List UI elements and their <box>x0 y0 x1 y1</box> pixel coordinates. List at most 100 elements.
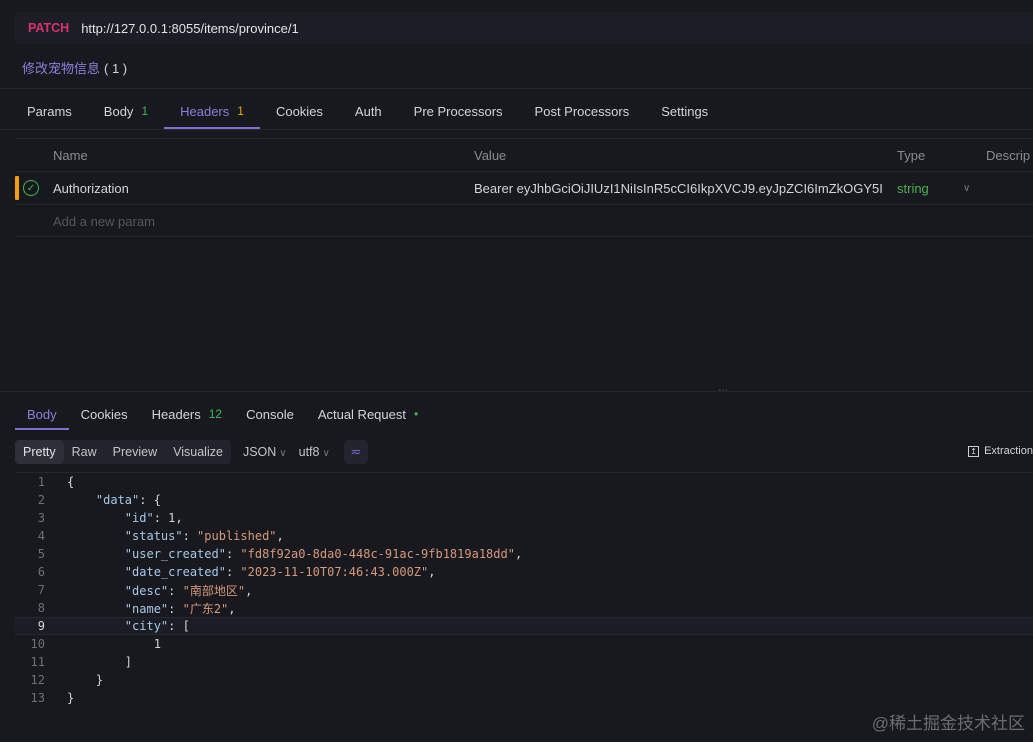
tab-label: Pre Processors <box>414 104 503 119</box>
code-token <box>67 511 125 525</box>
tab-auth[interactable]: Auth <box>339 93 398 129</box>
line-number: 12 <box>15 673 45 687</box>
code-token: : <box>183 529 197 543</box>
tab-post-processors[interactable]: Post Processors <box>519 93 646 129</box>
request-name-label[interactable]: 修改宠物信息 <box>22 61 100 76</box>
tab-headers[interactable]: Headers12 <box>140 398 235 430</box>
code-line: 11 ] <box>15 653 1033 671</box>
tab-actual-request[interactable]: Actual Request• <box>306 398 430 430</box>
tab-settings[interactable]: Settings <box>645 93 724 129</box>
header-type[interactable]: string <box>897 181 929 196</box>
extraction-label: Extraction <box>984 445 1033 457</box>
code-token: : { <box>139 493 161 507</box>
wrap-lines-icon[interactable]: ≂ <box>344 440 368 464</box>
chevron-down-icon: ∨ <box>279 448 286 459</box>
tab-body[interactable]: Body <box>15 398 69 430</box>
code-token: 1 <box>154 637 161 651</box>
code-text: "data": { <box>67 493 161 507</box>
response-body-editor[interactable]: 1{2 "data": {3 "id": 1,4 "status": "publ… <box>15 472 1033 742</box>
tab-label: Body <box>104 104 134 119</box>
code-text: } <box>67 673 103 687</box>
request-count: ( 1 ) <box>104 61 127 76</box>
code-line: 9 "city": [ <box>15 617 1033 635</box>
code-line: 8 "name": "广东2", <box>15 599 1033 617</box>
response-tabs: Body Cookies Headers12 Console Actual Reques… <box>15 398 430 430</box>
code-token: "广东2" <box>183 602 229 616</box>
code-token <box>67 602 125 616</box>
tab-body[interactable]: Body 1 <box>88 93 164 129</box>
code-text: "date_created": "2023-11-10T07:46:43.000… <box>67 565 435 579</box>
view-mode-raw[interactable]: Raw <box>64 440 105 464</box>
tab-label: Cookies <box>81 407 128 422</box>
encoding-select[interactable]: utf8∨ <box>299 445 330 459</box>
tab-params[interactable]: Params <box>11 93 88 129</box>
tab-cookies[interactable]: Cookies <box>260 93 339 129</box>
code-text: "status": "published", <box>67 529 284 543</box>
format-select[interactable]: JSON∨ <box>243 445 287 459</box>
code-text: "desc": "南部地区", <box>67 582 252 599</box>
code-token: "date_created" <box>125 565 226 579</box>
code-token: , <box>175 511 182 525</box>
code-text: ] <box>67 655 132 669</box>
http-method[interactable]: PATCH <box>28 21 69 35</box>
tab-badge: 1 <box>141 104 148 118</box>
divider <box>0 88 1033 89</box>
code-text: "user_created": "fd8f92a0-8da0-448c-91ac… <box>67 547 522 561</box>
extraction-button[interactable]: ↥ Extraction <box>968 445 1033 457</box>
code-text: 1 <box>67 637 161 651</box>
code-token: "data" <box>96 493 139 507</box>
header-name[interactable]: Authorization <box>53 181 129 196</box>
code-token: : <box>226 565 240 579</box>
code-line: 7 "desc": "南部地区", <box>15 581 1033 599</box>
add-param-input[interactable]: Add a new param <box>53 214 155 229</box>
chevron-down-icon: ∨ <box>322 448 329 459</box>
tab-badge: 1 <box>237 104 244 118</box>
tab-cookies[interactable]: Cookies <box>69 398 140 430</box>
header-value[interactable]: Bearer eyJhbGciOiJIUzI1NiIsInR5cCI6IkpXV… <box>474 181 891 196</box>
code-token: "status" <box>125 529 183 543</box>
tab-pre-processors[interactable]: Pre Processors <box>398 93 519 129</box>
code-text: { <box>67 475 74 489</box>
headers-table: Name Value Type Descrip ✓ Authorization … <box>15 138 1033 237</box>
tab-label: Cookies <box>276 104 323 119</box>
tab-label: Headers <box>180 104 229 119</box>
table-header-row: Name Value Type Descrip <box>15 139 1033 172</box>
code-token: : <box>168 584 182 598</box>
code-token: , <box>228 602 235 616</box>
code-token: , <box>428 565 435 579</box>
url-input[interactable]: http://127.0.0.1:8055/items/province/1 <box>81 21 299 36</box>
code-line: 3 "id": 1, <box>15 509 1033 527</box>
tab-label: Post Processors <box>535 104 630 119</box>
tab-console[interactable]: Console <box>234 398 306 430</box>
tab-label: Console <box>246 407 294 422</box>
code-token <box>67 637 154 651</box>
check-circle-icon[interactable]: ✓ <box>23 180 39 196</box>
tab-headers[interactable]: Headers 1 <box>164 93 260 129</box>
code-text: "name": "广东2", <box>67 600 236 617</box>
tab-label: Auth <box>355 104 382 119</box>
code-text: "city": [ <box>67 619 190 633</box>
code-line: 10 1 <box>15 635 1033 653</box>
extract-icon: ↥ <box>968 446 979 457</box>
view-mode-switch: PrettyRawPreviewVisualize <box>15 440 231 464</box>
line-number: 2 <box>15 493 45 507</box>
watermark: @稀土掘金技术社区 <box>872 709 1025 734</box>
code-token: "published" <box>197 529 276 543</box>
row-marker <box>15 176 19 200</box>
code-token: : [ <box>168 619 190 633</box>
code-token: "2023-11-10T07:46:43.000Z" <box>240 565 428 579</box>
tab-label: Params <box>27 104 72 119</box>
col-name: Name <box>53 148 88 163</box>
code-token: , <box>277 529 284 543</box>
view-mode-pretty[interactable]: Pretty <box>15 440 64 464</box>
line-number: 7 <box>15 583 45 597</box>
code-token <box>67 547 125 561</box>
code-token: } <box>67 691 74 705</box>
view-mode-visualize[interactable]: Visualize <box>165 440 231 464</box>
line-number: 4 <box>15 529 45 543</box>
chevron-down-icon[interactable]: ∨ <box>963 183 970 194</box>
code-line: 4 "status": "published", <box>15 527 1033 545</box>
col-description: Descrip <box>986 148 1030 163</box>
view-mode-preview[interactable]: Preview <box>105 440 165 464</box>
url-bar[interactable]: PATCH http://127.0.0.1:8055/items/provin… <box>15 12 1033 44</box>
